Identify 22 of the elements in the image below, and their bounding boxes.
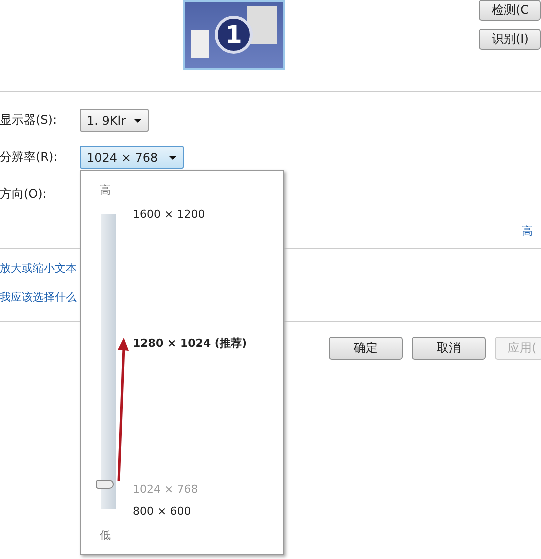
dialog-button[interactable]: 确定	[329, 337, 403, 360]
dropdown[interactable]: 1. 9Klr	[80, 109, 150, 132]
side-button[interactable]: 检测(C	[479, 0, 541, 21]
caret-icon	[169, 156, 177, 160]
slider-thumb[interactable]	[96, 480, 114, 489]
help-link[interactable]: 我应该选择什么	[0, 290, 541, 305]
resolution-option[interactable]: 1600 × 1200	[133, 208, 206, 221]
help-link[interactable]: 放大或缩小文本	[0, 261, 541, 276]
high-label: 高	[100, 183, 111, 198]
monitor-drawing[interactable]: 1	[183, 0, 285, 70]
resolution-option[interactable]: 1280 × 1024 (推荐)	[133, 336, 247, 351]
field-label: 显示器(S):	[0, 112, 58, 129]
slider-track[interactable]	[96, 214, 116, 509]
caret-icon	[134, 118, 142, 122]
dropdown[interactable]: 1024 × 768	[80, 146, 184, 169]
advanced-link[interactable]: 高	[522, 224, 533, 239]
side-button[interactable]: 识别(I)	[479, 29, 541, 50]
field-label: 分辨率(R):	[0, 149, 59, 166]
low-label: 低	[100, 528, 111, 543]
resolution-option[interactable]: 800 × 600	[133, 505, 192, 518]
dialog-button[interactable]: 取消	[412, 337, 486, 360]
field-label: 方向(O):	[0, 186, 48, 203]
